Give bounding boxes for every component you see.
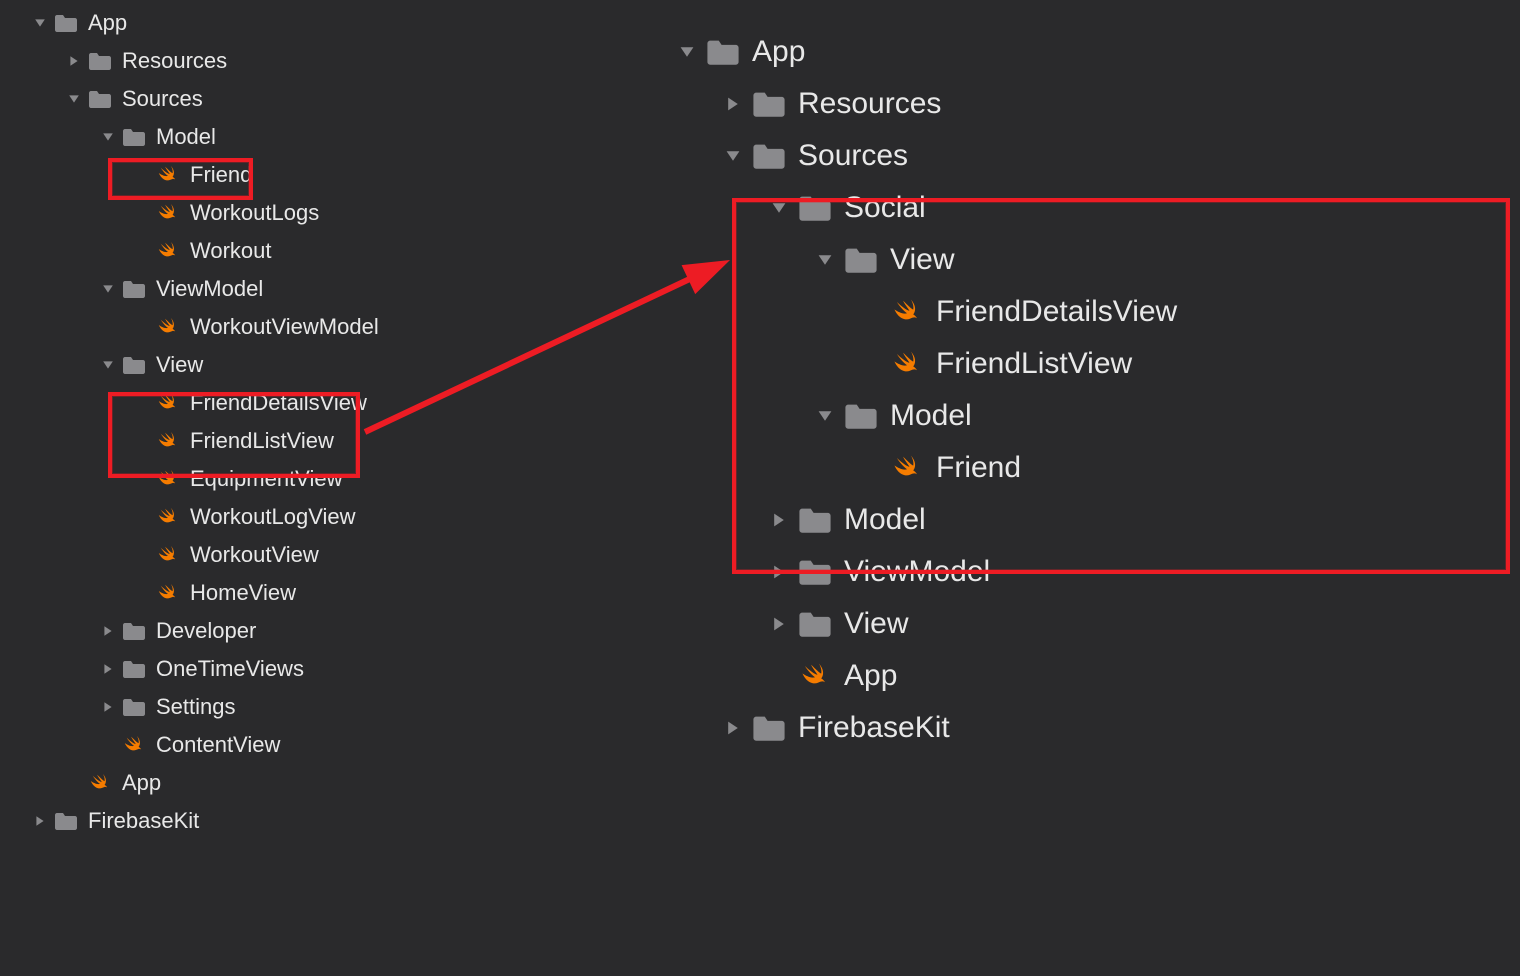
tree-item[interactable]: Developer: [0, 612, 620, 650]
chevron-down-icon[interactable]: [722, 148, 744, 164]
tree-item[interactable]: Sources: [640, 130, 1520, 182]
tree-item-label: App: [88, 10, 127, 36]
swift-file-icon: [120, 733, 148, 757]
tree-item[interactable]: ContentView: [0, 726, 620, 764]
swift-file-icon: [796, 659, 834, 693]
folder-icon: [52, 809, 80, 833]
tree-item[interactable]: Sources: [0, 80, 620, 118]
tree-item[interactable]: FirebaseKit: [0, 802, 620, 840]
swift-file-icon: [154, 201, 182, 225]
folder-icon: [86, 49, 114, 73]
tree-item-label: Workout: [190, 238, 272, 264]
chevron-down-icon[interactable]: [676, 44, 698, 60]
folder-icon: [750, 139, 788, 173]
chevron-right-icon[interactable]: [100, 701, 116, 713]
tree-item-label: Resources: [798, 87, 941, 121]
tree-item-label: WorkoutLogView: [190, 504, 356, 530]
tree-item-label: HomeView: [190, 580, 296, 606]
tree-item-label: App: [752, 35, 805, 69]
swift-file-icon: [154, 315, 182, 339]
tree-item[interactable]: App: [0, 4, 620, 42]
chevron-right-icon[interactable]: [722, 96, 744, 112]
highlight-box: [108, 158, 253, 200]
tree-item-label: View: [844, 607, 908, 641]
tree-item[interactable]: Workout: [0, 232, 620, 270]
chevron-right-icon[interactable]: [32, 815, 48, 827]
folder-icon: [796, 607, 834, 641]
tree-item-label: FirebaseKit: [798, 711, 950, 745]
swift-file-icon: [154, 239, 182, 263]
highlight-box: [732, 198, 1510, 574]
swift-file-icon: [154, 581, 182, 605]
tree-item[interactable]: HomeView: [0, 574, 620, 612]
folder-icon: [750, 711, 788, 745]
chevron-right-icon[interactable]: [768, 616, 790, 632]
tree-item[interactable]: App: [0, 764, 620, 802]
tree-item-label: WorkoutLogs: [190, 200, 319, 226]
folder-icon: [750, 87, 788, 121]
tree-item[interactable]: Friend: [0, 156, 620, 194]
tree-item[interactable]: FirebaseKit: [640, 702, 1520, 754]
tree-item-label: ViewModel: [156, 276, 263, 302]
tree-item-label: View: [156, 352, 203, 378]
tree-item-label: Settings: [156, 694, 236, 720]
tree-item-label: FirebaseKit: [88, 808, 199, 834]
tree-item[interactable]: App: [640, 650, 1520, 702]
tree-item-label: App: [122, 770, 161, 796]
tree-item[interactable]: WorkoutView: [0, 536, 620, 574]
tree-item[interactable]: OneTimeViews: [0, 650, 620, 688]
folder-icon: [52, 11, 80, 35]
tree-item[interactable]: ViewModel: [0, 270, 620, 308]
chevron-right-icon[interactable]: [722, 720, 744, 736]
tree-item[interactable]: Model: [0, 118, 620, 156]
swift-file-icon: [86, 771, 114, 795]
chevron-right-icon[interactable]: [66, 55, 82, 67]
tree-item-label: WorkoutViewModel: [190, 314, 379, 340]
tree-item[interactable]: App: [640, 26, 1520, 78]
tree-item-label: Sources: [798, 139, 908, 173]
folder-icon: [704, 35, 742, 69]
tree-item-label: Sources: [122, 86, 203, 112]
chevron-down-icon[interactable]: [100, 359, 116, 371]
file-tree-before: App Resources Sources Model Friend WorkoutLog…: [0, 0, 620, 976]
folder-icon: [120, 657, 148, 681]
highlight-box: [108, 392, 360, 478]
chevron-down-icon[interactable]: [32, 17, 48, 29]
chevron-down-icon[interactable]: [100, 131, 116, 143]
chevron-right-icon[interactable]: [100, 625, 116, 637]
folder-icon: [120, 277, 148, 301]
tree-item-label: ContentView: [156, 732, 280, 758]
tree-item[interactable]: View: [640, 598, 1520, 650]
tree-item[interactable]: WorkoutLogs: [0, 194, 620, 232]
tree-item-label: WorkoutView: [190, 542, 319, 568]
chevron-right-icon[interactable]: [100, 663, 116, 675]
tree-item[interactable]: WorkoutLogView: [0, 498, 620, 536]
folder-icon: [120, 125, 148, 149]
chevron-down-icon[interactable]: [66, 93, 82, 105]
tree-item-label: OneTimeViews: [156, 656, 304, 682]
tree-item[interactable]: WorkoutViewModel: [0, 308, 620, 346]
tree-item[interactable]: Resources: [0, 42, 620, 80]
tree-item-label: Model: [156, 124, 216, 150]
tree-item-label: App: [844, 659, 897, 693]
folder-icon: [86, 87, 114, 111]
tree-item-label: Developer: [156, 618, 256, 644]
tree-item[interactable]: Settings: [0, 688, 620, 726]
chevron-down-icon[interactable]: [100, 283, 116, 295]
swift-file-icon: [154, 543, 182, 567]
tree-item[interactable]: Resources: [640, 78, 1520, 130]
tree-item-label: Resources: [122, 48, 227, 74]
folder-icon: [120, 619, 148, 643]
folder-icon: [120, 353, 148, 377]
folder-icon: [120, 695, 148, 719]
swift-file-icon: [154, 505, 182, 529]
